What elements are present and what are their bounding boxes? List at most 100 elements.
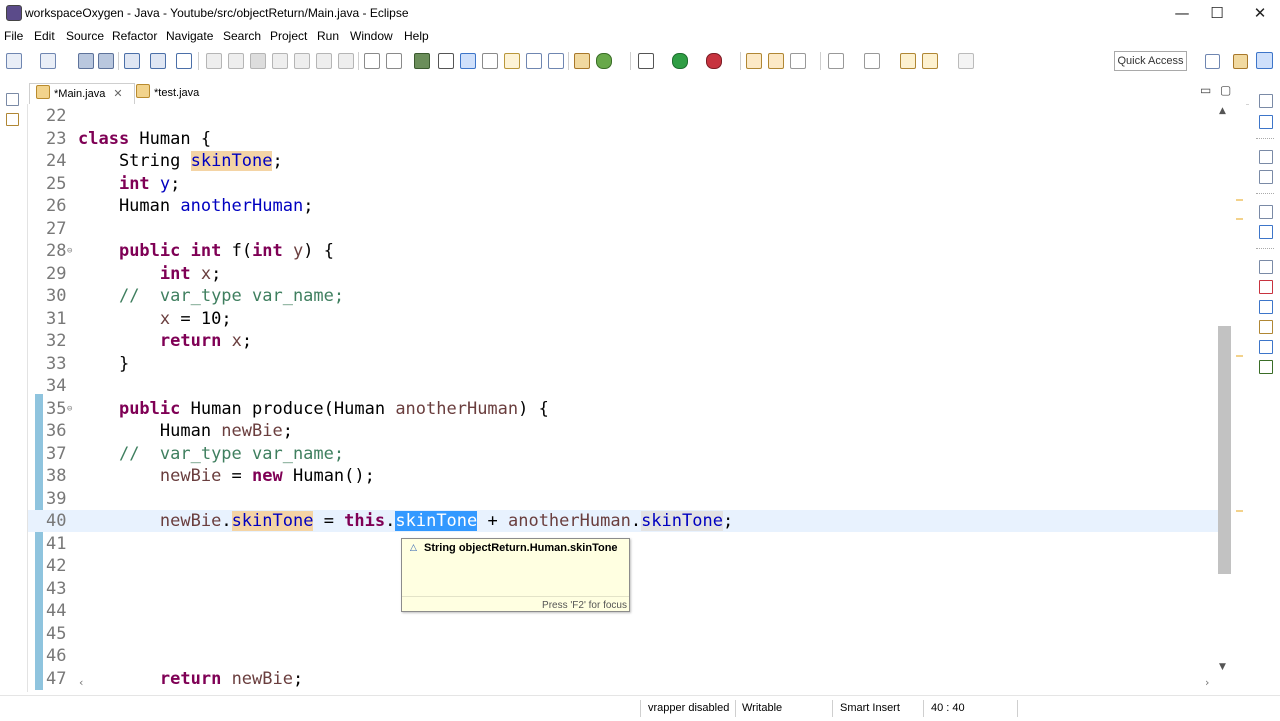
scroll-up-icon[interactable]: ▲ [1219,106,1226,116]
use-step-filters-icon[interactable] [386,53,402,69]
scroll-thumb[interactable] [1218,326,1231,574]
code-line[interactable]: 24 String skinTone; [28,150,1218,172]
outline-icon[interactable] [1259,115,1273,129]
menu-file[interactable]: File [4,29,23,43]
overview-marker[interactable] [1236,355,1243,357]
close-window-button[interactable]: ✕ [1246,3,1274,23]
drop-to-frame-icon[interactable] [364,53,380,69]
task-list-icon[interactable] [1259,170,1273,184]
code-line[interactable]: 26 Human anotherHuman; [28,195,1218,217]
fold-collapse-icon[interactable]: ⊖ [67,240,72,262]
declaration-icon[interactable] [1259,320,1273,334]
horizontal-scrollbar[interactable]: ‹ › [75,676,1217,692]
open-type-icon[interactable] [414,53,430,69]
code-line[interactable]: 35 ⊖ public Human produce(Human anotherHu… [28,398,1218,420]
menu-navigate[interactable]: Navigate [166,29,213,43]
menu-refactor[interactable]: Refactor [112,29,157,43]
hierarchy-icon[interactable] [1259,225,1273,239]
tab-main-java[interactable]: *Main.java ✕ [29,83,135,104]
problems-icon[interactable] [1259,280,1273,294]
restore-icon[interactable] [1259,150,1273,164]
close-tab-icon[interactable]: ✕ [113,84,122,104]
vertical-scrollbar[interactable]: ▲ ▼ [1216,104,1233,680]
next-annotation-icon[interactable] [828,53,844,69]
new-class-icon[interactable] [596,53,612,69]
code-line[interactable]: 34 [28,375,1218,397]
save-icon[interactable] [78,53,94,69]
code-editor[interactable]: 22 23 class Human {24 String skinTone; 25 i… [27,104,1246,692]
code-line[interactable]: 31 x = 10; [28,308,1218,330]
minimize-button[interactable]: — [1168,3,1196,23]
code-line[interactable]: 46 [28,645,1218,667]
code-line[interactable]: 33 } [28,353,1218,375]
overview-marker[interactable] [1236,510,1243,512]
scroll-right-icon[interactable]: › [1205,676,1209,689]
restore-icon[interactable] [1259,94,1273,108]
tab-test-java[interactable]: *test.java [134,83,226,103]
menu-run[interactable]: Run [317,29,339,43]
new-icon[interactable] [6,53,22,69]
overview-marker[interactable] [1236,218,1243,220]
block-selection-icon[interactable] [504,53,520,69]
skip-breakpoints-icon[interactable] [176,53,192,69]
code-line[interactable]: 38 newBie = new Human(); [28,465,1218,487]
menu-window[interactable]: Window [350,29,393,43]
open-perspective-icon[interactable] [1205,54,1220,69]
forward-icon[interactable] [958,53,974,69]
menu-help[interactable]: Help [404,29,429,43]
restore-icon[interactable] [6,93,19,106]
search-icon[interactable] [482,53,498,69]
back-icon[interactable] [922,53,938,69]
minimize-editor-icon[interactable]: ▭ [1200,83,1211,97]
open-folder-icon[interactable] [746,53,762,69]
code-line[interactable]: 23 class Human { [28,128,1218,150]
restore-icon[interactable] [1259,205,1273,219]
previous-annotation-icon[interactable] [864,53,880,69]
menu-search[interactable]: Search [223,29,261,43]
javadoc-icon[interactable] [1259,300,1273,314]
code-line[interactable]: 30 // var_type var_name; [28,285,1218,307]
open-task-icon[interactable] [438,53,454,69]
scroll-down-icon[interactable]: ▼ [1219,662,1226,672]
external-tools-icon[interactable] [706,53,722,69]
new-project-icon[interactable] [40,53,56,69]
code-line[interactable]: 37 // var_type var_name; [28,443,1218,465]
ant-icon[interactable] [790,53,806,69]
java-perspective-icon[interactable] [1256,52,1273,69]
code-line[interactable]: 27 [28,218,1218,240]
last-edit-location-icon[interactable] [900,53,916,69]
menu-edit[interactable]: Edit [34,29,55,43]
javadoc-hover-popup[interactable]: △ String objectReturn.Human.skinTone Pre… [401,538,630,612]
show-whitespace-icon[interactable] [548,53,564,69]
scroll-left-icon[interactable]: ‹ [79,676,83,689]
java-ee-perspective-icon[interactable] [1233,54,1248,69]
maximize-button[interactable]: ☐ [1203,3,1231,23]
console-view-icon[interactable] [1259,340,1273,354]
code-line[interactable]: 45 [28,623,1218,645]
quick-access-field[interactable]: Quick Access [1114,51,1187,71]
code-line[interactable]: 40 newBie.skinTone = this.skinTone + ano… [28,510,1218,532]
console-icon[interactable] [124,53,140,69]
fold-collapse-icon[interactable]: ⊖ [67,398,72,420]
code-line[interactable]: 22 [28,105,1218,127]
debug-view-icon[interactable] [1259,360,1273,374]
menu-source[interactable]: Source [66,29,104,43]
save-all-icon[interactable] [98,53,114,69]
run-icon[interactable] [672,53,688,69]
overview-marker[interactable] [1236,199,1243,201]
code-line[interactable]: 28 ⊖ public int f(int y) { [28,240,1218,262]
word-wrap-icon[interactable] [526,53,542,69]
code-line[interactable]: 39 [28,488,1218,510]
code-line[interactable]: 29 int x; [28,263,1218,285]
debug-icon[interactable] [638,53,654,69]
restore-icon[interactable] [1259,260,1273,274]
terminal-icon[interactable] [150,53,166,69]
package-explorer-icon[interactable] [6,113,19,126]
mark-occurrences-icon[interactable] [460,53,476,69]
maximize-editor-icon[interactable]: ▢ [1220,83,1231,97]
code-line[interactable]: 25 int y; [28,173,1218,195]
code-line[interactable]: 36 Human newBie; [28,420,1218,442]
menu-project[interactable]: Project [270,29,307,43]
code-line[interactable]: 32 return x; [28,330,1218,352]
open-project-icon[interactable] [768,53,784,69]
